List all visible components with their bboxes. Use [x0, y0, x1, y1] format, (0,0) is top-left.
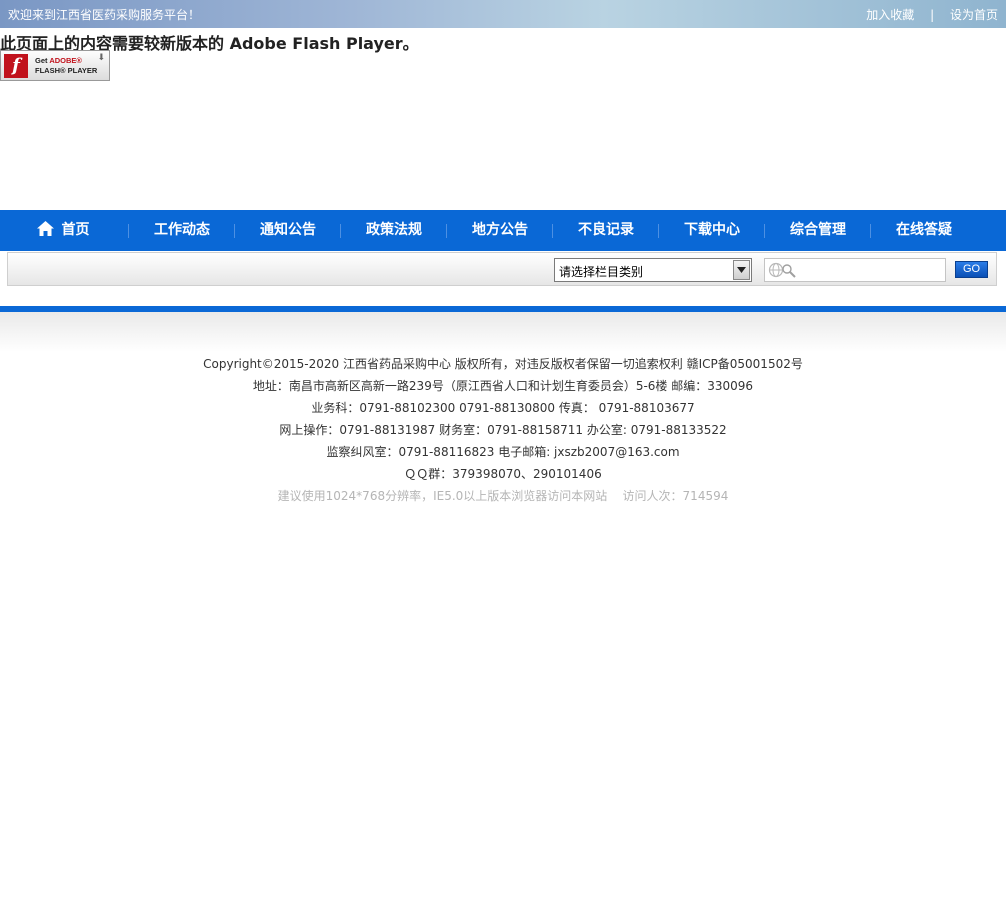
add-favorite-link[interactable]: 加入收藏 — [866, 8, 914, 22]
nav-item-label: 工作动态 — [154, 222, 210, 238]
nav-item-management[interactable]: 综合管理 — [765, 210, 871, 251]
download-arrow-icon: ⬇ — [97, 53, 105, 63]
nav-item-downloads[interactable]: 下载中心 — [659, 210, 765, 251]
globe-search-icon — [768, 262, 796, 278]
search-bar: 请选择栏目类别 GO — [7, 252, 997, 286]
top-links-separator: | — [930, 8, 935, 22]
search-input[interactable] — [764, 258, 946, 282]
nav-item-label: 地方公告 — [472, 222, 528, 238]
footer-address: 地址：南昌市高新区高新一路239号（原江西省人口和计划生育委员会）5-6楼 邮编… — [252, 379, 754, 393]
nav-item-label: 综合管理 — [790, 222, 846, 238]
nav-item-notices[interactable]: 通知公告 — [235, 210, 341, 251]
footer-email: 监察纠风室：0791-88116823 电子邮箱: jxszb2007@163.… — [326, 445, 680, 459]
nav-item-local-notices[interactable]: 地方公告 — [447, 210, 553, 251]
nav-item-label: 在线答疑 — [896, 222, 952, 238]
go-button[interactable]: GO — [955, 261, 988, 278]
get-flash-label: Get ADOBE® FLASH® PLAYER — [35, 56, 98, 75]
get-flash-player-button[interactable]: f Get ADOBE® FLASH® PLAYER ⬇ — [0, 50, 110, 81]
footer-browser-note: 建议使用1024*768分辨率，IE5.0以上版本浏览器访问本网站 访问人次：7… — [277, 489, 729, 503]
footer-office-phones: 网上操作：0791-88131987 财务室：0791-88158711 办公室… — [279, 423, 727, 437]
set-homepage-link[interactable]: 设为首页 — [950, 8, 998, 22]
chevron-down-icon — [737, 267, 746, 273]
nav-item-work-news[interactable]: 工作动态 — [129, 210, 235, 251]
category-select[interactable]: 请选择栏目类别 — [554, 258, 752, 282]
nav-item-home[interactable]: 首页 — [10, 210, 116, 251]
footer-qq: ＱＱ群：379398070、290101406 — [404, 467, 602, 481]
nav-item-label: 首页 — [61, 222, 90, 238]
nav-item-label: 政策法规 — [366, 222, 422, 238]
welcome-text: 欢迎来到江西省医药采购服务平台！ — [8, 8, 201, 22]
footer-shade — [0, 312, 1006, 352]
nav-item-online-qa[interactable]: 在线答疑 — [871, 210, 977, 251]
footer-copyright: Copyright©2015-2020 江西省药品采购中心 版权所有，对违反版权… — [203, 357, 803, 371]
nav-item-label: 下载中心 — [684, 222, 740, 238]
main-nav: 首页 工作动态 通知公告 政策法规 地方公告 不良记录 下载中心 综合管理 在线… — [0, 210, 1006, 251]
nav-item-bad-records[interactable]: 不良记录 — [553, 210, 659, 251]
footer-business-phone: 业务科：0791-88102300 0791-88130800 传真： 0791… — [311, 401, 695, 415]
top-bar: 欢迎来到江西省医药采购服务平台！ 加入收藏 | 设为首页 — [0, 0, 1006, 28]
nav-item-policies[interactable]: 政策法规 — [341, 210, 447, 251]
category-select-value: 请选择栏目类别 — [559, 265, 644, 279]
nav-item-label: 通知公告 — [260, 222, 316, 238]
footer: Copyright©2015-2020 江西省药品采购中心 版权所有，对违反版权… — [0, 353, 1006, 507]
nav-item-label: 不良记录 — [578, 222, 634, 238]
flash-logo-icon: f — [4, 54, 28, 78]
select-dropdown-button[interactable] — [733, 260, 750, 280]
top-links: 加入收藏 | 设为首页 — [866, 6, 998, 23]
home-icon — [36, 221, 54, 236]
